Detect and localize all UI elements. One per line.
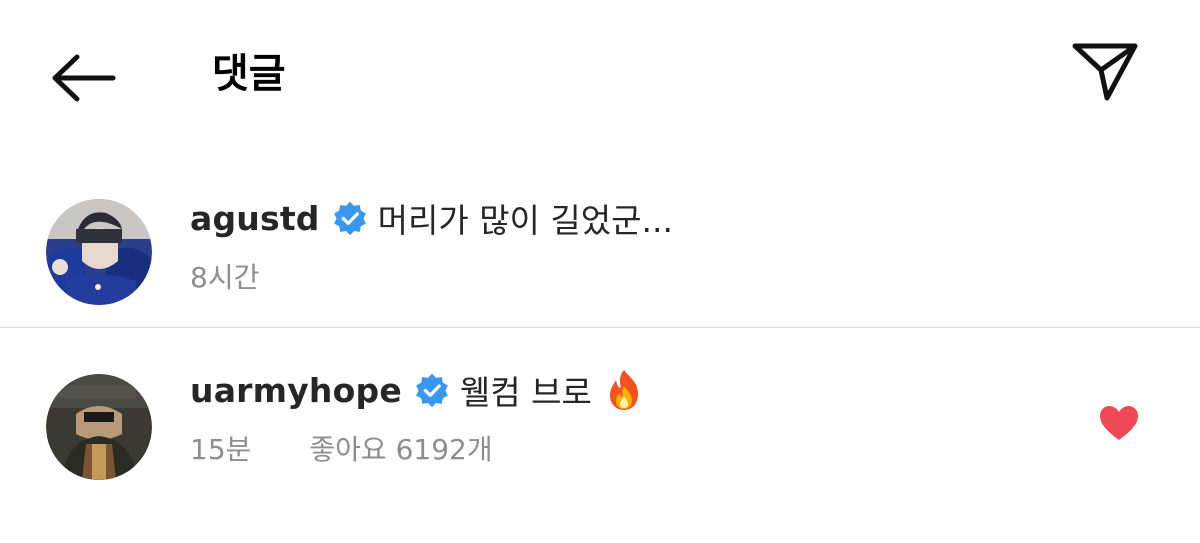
paper-plane-icon <box>1072 43 1138 101</box>
username[interactable]: agustd <box>190 199 320 238</box>
comment-meta: 15분 좋아요 6192개 <box>190 428 493 468</box>
comment-text: 웰컴 브로 <box>459 373 592 412</box>
arrow-left-icon <box>52 54 116 102</box>
comment-item: uarmyhope 웰컴 브로 15분 좋아요 6192개 <box>0 328 1200 498</box>
page-title: 댓글 <box>212 51 286 97</box>
fire-emoji <box>609 370 638 410</box>
back-button[interactable] <box>44 48 120 108</box>
timestamp: 8시간 <box>190 261 260 294</box>
timestamp: 15분 <box>190 433 252 466</box>
verified-badge-icon <box>416 373 448 408</box>
share-button[interactable] <box>1068 38 1142 104</box>
comment-text: 머리가 많이 길었군... <box>377 201 673 240</box>
header: 댓글 <box>0 0 1200 150</box>
verified-badge-icon <box>333 201 366 236</box>
comment-line: agustd 머리가 많이 길었군... <box>190 194 673 242</box>
comment-meta: 8시간 <box>190 256 259 296</box>
heart-icon[interactable] <box>1098 404 1140 442</box>
comment-item: agustd 머리가 많이 길었군... 8시간 <box>0 180 1200 328</box>
avatar[interactable] <box>46 199 152 305</box>
username[interactable]: uarmyhope <box>190 371 402 410</box>
likes-count[interactable]: 좋아요 6192개 <box>309 428 492 468</box>
avatar[interactable] <box>46 374 152 480</box>
comment-line: uarmyhope 웰컴 브로 <box>190 366 644 414</box>
